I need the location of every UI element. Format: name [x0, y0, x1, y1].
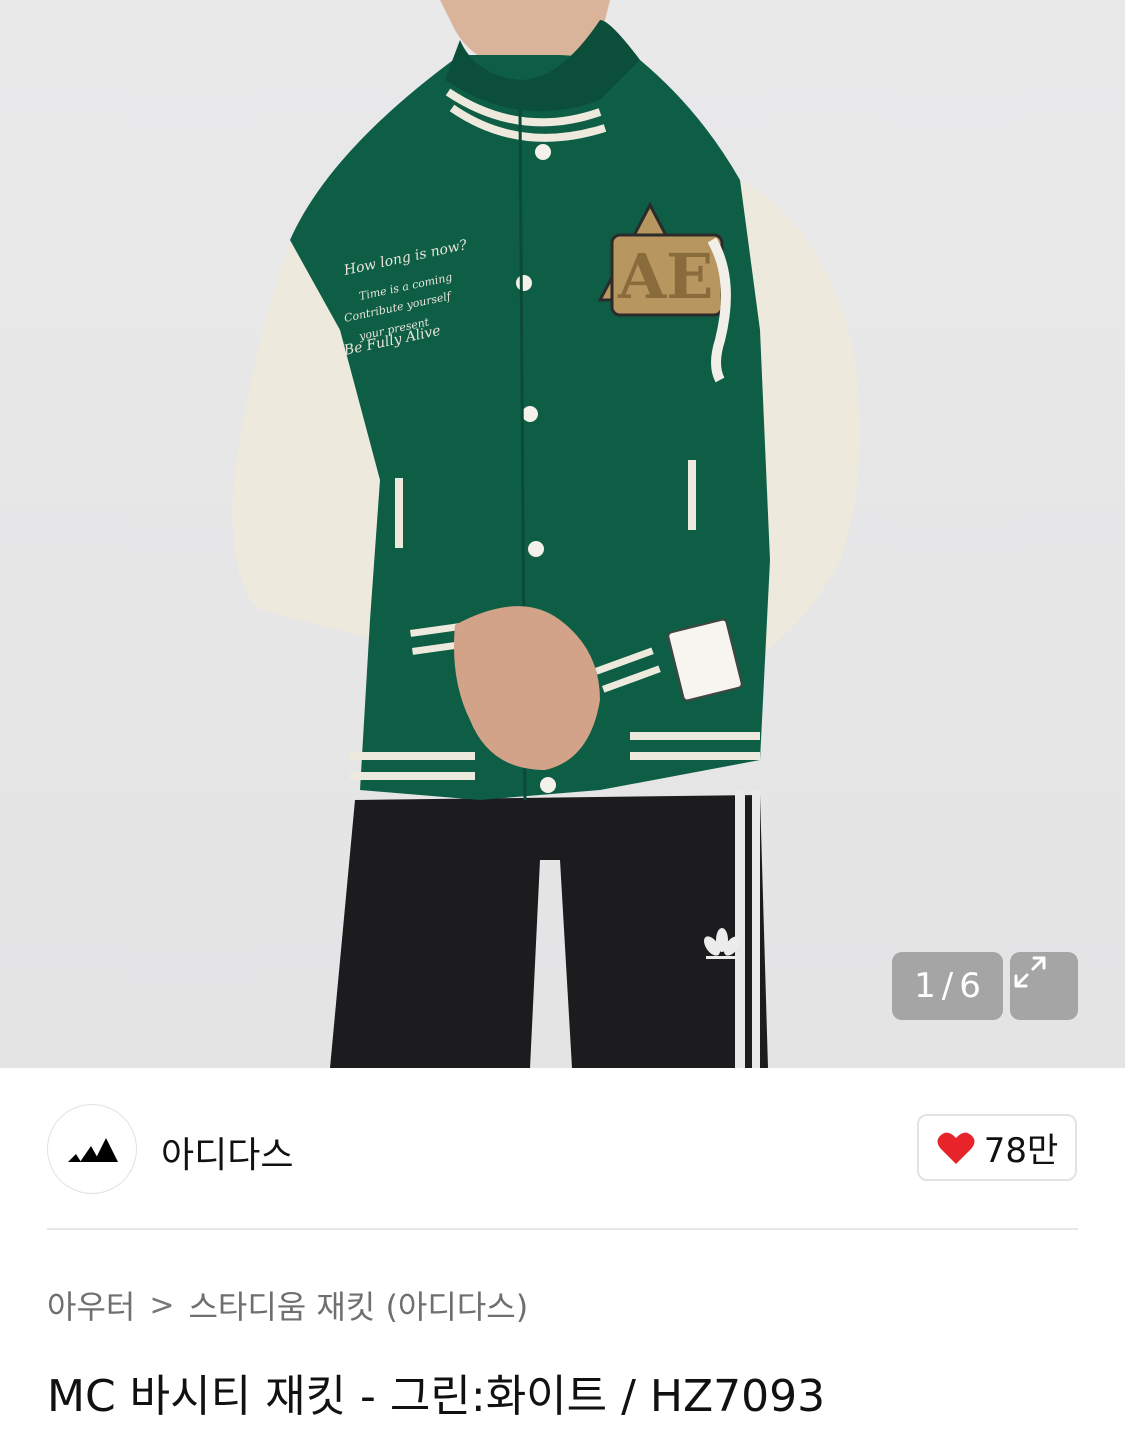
- chevron-right-icon: >: [149, 1287, 175, 1323]
- image-counter-separator: /: [941, 966, 954, 1006]
- breadcrumb-category[interactable]: 아우터: [47, 1282, 135, 1328]
- adidas-logo-icon: [68, 1138, 118, 1162]
- image-counter: 1 / 6: [892, 952, 1003, 1020]
- brand-name[interactable]: 아디다스: [161, 1126, 293, 1178]
- svg-text:AE: AE: [617, 240, 713, 313]
- product-image-gallery[interactable]: How long is now? Time is a coming Contri…: [0, 0, 1125, 1068]
- expand-button[interactable]: [1010, 952, 1078, 1020]
- breadcrumb-subcategory[interactable]: 스타디움 재킷 (아디다스): [188, 1282, 528, 1328]
- heart-icon: [937, 1132, 975, 1164]
- product-title: MC 바시티 재킷 - 그린:화이트 / HZ7093: [47, 1371, 826, 1422]
- image-counter-total: 6: [959, 966, 981, 1006]
- breadcrumb: 아우터 > 스타디움 재킷 (아디다스): [47, 1282, 528, 1328]
- brand-logo[interactable]: [47, 1104, 137, 1194]
- product-photo: How long is now? Time is a coming Contri…: [232, 0, 860, 1068]
- like-button[interactable]: 78만: [917, 1114, 1077, 1181]
- divider: [47, 1228, 1078, 1230]
- image-counter-current: 1: [914, 966, 936, 1006]
- expand-icon: [1014, 956, 1046, 988]
- brand-row: 아디다스 78만: [47, 1104, 1078, 1194]
- like-count: 78만: [983, 1131, 1059, 1171]
